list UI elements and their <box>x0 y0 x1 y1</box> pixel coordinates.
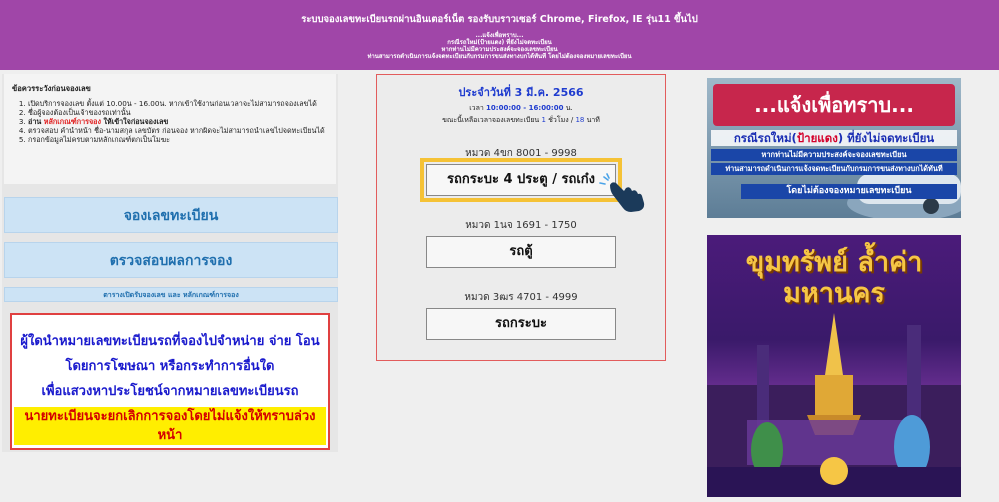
left-column: ข้อควรระวังก่อนจองเลข เปิดบริการจองเลข ต… <box>2 74 338 452</box>
check-result-button[interactable]: ตรวจสอบผลการจอง <box>4 242 338 278</box>
time-suffix: น. <box>563 104 573 112</box>
schedule-rules-link[interactable]: ตารางเปิดรับจองเลข และ หลักเกณฑ์การจอง <box>4 287 338 302</box>
notice-ad-banner[interactable]: ...แจ้งเพื่อทราบ... กรณีรถใหม่(ป้ายแดง) … <box>707 78 961 218</box>
remaining-time: ขณะนี้เหลือเวลาจองเลขทะเบียน 1 ชั่วโมง /… <box>377 115 665 126</box>
precaution-item: อ่าน หลักเกณฑ์การจอง ให้เข้าใจก่อนจองเลข <box>28 117 328 126</box>
header-notice-line4: ท่านสามารถดำเนินการแจ้งจดทะเบียนกับกรมกา… <box>367 53 632 60</box>
promo-ad-banner[interactable]: ขุมทรัพย์ ล้ำค่า มหานคร <box>707 235 961 497</box>
precaution-item: กรอกข้อมูลไม่ครบตามหลักเกณฑ์ตกเป็นโมฆะ <box>28 135 328 144</box>
page-header: ระบบจองเลขทะเบียนรถผ่านอินเตอร์เน็ต รองร… <box>0 0 999 70</box>
ad1-line1-a: กรณีรถใหม่( <box>733 131 797 145</box>
remain-suffix: นาที <box>584 116 600 124</box>
ad2-title: ขุมทรัพย์ ล้ำค่า มหานคร <box>707 247 961 309</box>
ad1-line1-b: ป้ายแดง <box>796 131 838 145</box>
booking-card: ประจำวันที่ 3 มี.ค. 2566 เวลา 10:00:00 -… <box>376 74 666 361</box>
ad2-title-line2: มหานคร <box>783 278 885 309</box>
warning-line1: ผู้ใดนำหมายเลขทะเบียนรถที่จองไปจำหน่าย จ… <box>20 334 320 349</box>
ad1-line1: กรณีรถใหม่(ป้ายแดง) ที่ยังไม่จดทะเบียน <box>711 130 957 146</box>
precaution-understand-text: ให้เข้าใจก่อนจองเลข <box>101 117 169 126</box>
category-label-van: หมวด 1นจ 1691 - 1750 <box>465 220 577 231</box>
precautions-list: เปิดบริการจองเลข ตั้งแต่ 10.00น - 16.00น… <box>12 99 328 144</box>
header-notice-line2: กรณีรถใหม่(ป้ายแดง) ที่ยังไม่จดทะเบียน <box>447 39 552 46</box>
remain-prefix: ขณะนี้เหลือเวลาจองเลขทะเบียน <box>442 116 542 124</box>
reserve-plate-button[interactable]: จองเลขทะเบียน <box>4 197 338 233</box>
ad2-title-line1: ขุมทรัพย์ ล้ำค่า <box>745 247 923 278</box>
header-notice-line1: ...แจ้งเพื่อทราบ... <box>475 32 524 39</box>
precaution-item: ชื่อผู้จองต้องเป็นเจ้าของรถเท่านั้น <box>28 108 328 117</box>
ad1-line3: ท่านสามารถดำเนินการแจ้งจดทะเบียนกับกรมกา… <box>711 163 957 175</box>
category-label-pickup: หมวด 3ฒร 4701 - 4999 <box>464 292 578 303</box>
pointing-hand-icon <box>599 173 645 212</box>
category-button-pickup[interactable]: รถกระบะ <box>426 308 616 340</box>
category-label-sedan: หมวด 4ขก 8001 - 9998 <box>465 148 577 159</box>
header-notice-line3: หากท่านไม่มีความประสงค์จะจองเลขทะเบียน <box>441 46 558 53</box>
precaution-item: เปิดบริการจองเลข ตั้งแต่ 10.00น - 16.00น… <box>28 99 328 108</box>
header-title: ระบบจองเลขทะเบียนรถผ่านอินเตอร์เน็ต รองร… <box>301 14 698 25</box>
ad1-line2: หากท่านไม่มีความประสงค์จะจองเลขทะเบียน <box>711 149 957 161</box>
time-value: 10:00:00 - 16:00:00 <box>486 104 564 112</box>
remain-mid: ชั่วโมง / <box>545 116 576 124</box>
ad1-banner-title: ...แจ้งเพื่อทราบ... <box>713 84 955 126</box>
warning-box: ผู้ใดนำหมายเลขทะเบียนรถที่จองไปจำหน่าย จ… <box>10 313 330 450</box>
time-prefix: เวลา <box>469 104 487 112</box>
rules-link[interactable]: หลักเกณฑ์การจอง <box>44 117 101 126</box>
booking-hours: เวลา 10:00:00 - 16:00:00 น. <box>377 103 665 114</box>
warning-line4: นายทะเบียนจะยกเลิกการจองโดยไม่แจ้งให้ทรา… <box>14 407 326 445</box>
precaution-item: ตรวจสอบ คำนำหน้า ชื่อ-นามสกุล เลขบัตร ก่… <box>28 126 328 135</box>
precautions-box: ข้อควรระวังก่อนจองเลข เปิดบริการจองเลข ต… <box>4 74 336 184</box>
ad1-line4: โดยไม่ต้องจองหมายเลขทะเบียน <box>741 184 957 199</box>
ad1-line1-c: ) ที่ยังไม่จดทะเบียน <box>837 131 935 145</box>
precautions-title: ข้อควรระวังก่อนจองเลข <box>12 84 91 93</box>
booking-date: ประจำวันที่ 3 มี.ค. 2566 <box>458 86 584 99</box>
category-button-van[interactable]: รถตู้ <box>426 236 616 268</box>
category-button-sedan[interactable]: รถกระบะ 4 ประตู / รถเก๋ง <box>420 158 622 202</box>
precaution-read-text: อ่าน <box>28 117 44 126</box>
warning-line2: โดยการโฆษณา หรือกระทำการอื่นใด <box>65 359 275 374</box>
warning-line3: เพื่อแสวงหาประโยชน์จากหมายเลขทะเบียนรถ <box>41 384 299 399</box>
